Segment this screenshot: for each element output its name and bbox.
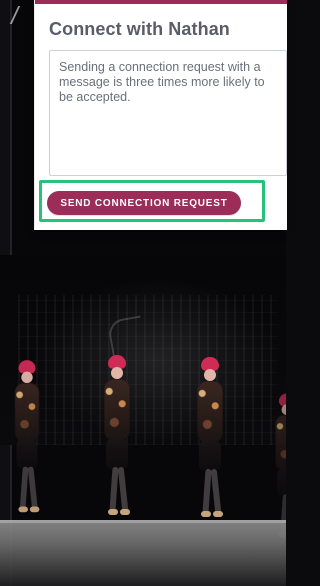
runway-model bbox=[189, 357, 231, 527]
model-leg bbox=[210, 468, 222, 514]
model-leg bbox=[117, 466, 129, 512]
model-skirt bbox=[199, 441, 221, 471]
send-connection-request-button[interactable]: SEND CONNECTION REQUEST bbox=[47, 191, 241, 215]
runway-model bbox=[7, 360, 47, 522]
model-outfit bbox=[275, 415, 286, 471]
runway-floor bbox=[0, 520, 286, 586]
modal-title: Connect with Nathan bbox=[49, 19, 230, 39]
model-outfit bbox=[14, 383, 40, 442]
model-skirt bbox=[277, 469, 286, 497]
model-skirt bbox=[106, 439, 128, 469]
model-shoe bbox=[213, 511, 223, 517]
connect-modal: Connect with Nathan Sending a connection… bbox=[34, 0, 287, 232]
corner-mark bbox=[9, 6, 37, 24]
modal-top-accent bbox=[35, 0, 287, 4]
model-shoe bbox=[108, 509, 118, 515]
model-leg bbox=[27, 466, 38, 509]
connection-message-textarea[interactable]: Sending a connection request with a mess… bbox=[49, 50, 287, 176]
model-leg bbox=[202, 468, 212, 514]
model-leg bbox=[19, 466, 29, 509]
model-skirt bbox=[16, 440, 38, 469]
model-shoe bbox=[120, 509, 130, 515]
model-leg bbox=[109, 466, 119, 512]
model-outfit bbox=[104, 379, 130, 441]
modal-bottom-shadow bbox=[35, 230, 287, 232]
model-shoe bbox=[29, 506, 40, 513]
model-shoe bbox=[18, 506, 28, 513]
model-face bbox=[111, 367, 123, 379]
model-face bbox=[21, 371, 33, 384]
runway-edge bbox=[0, 520, 286, 523]
model-shoe bbox=[201, 511, 211, 517]
model-face bbox=[281, 404, 286, 416]
model-face bbox=[204, 369, 216, 381]
runway-model bbox=[96, 355, 138, 525]
model-outfit bbox=[197, 381, 223, 443]
